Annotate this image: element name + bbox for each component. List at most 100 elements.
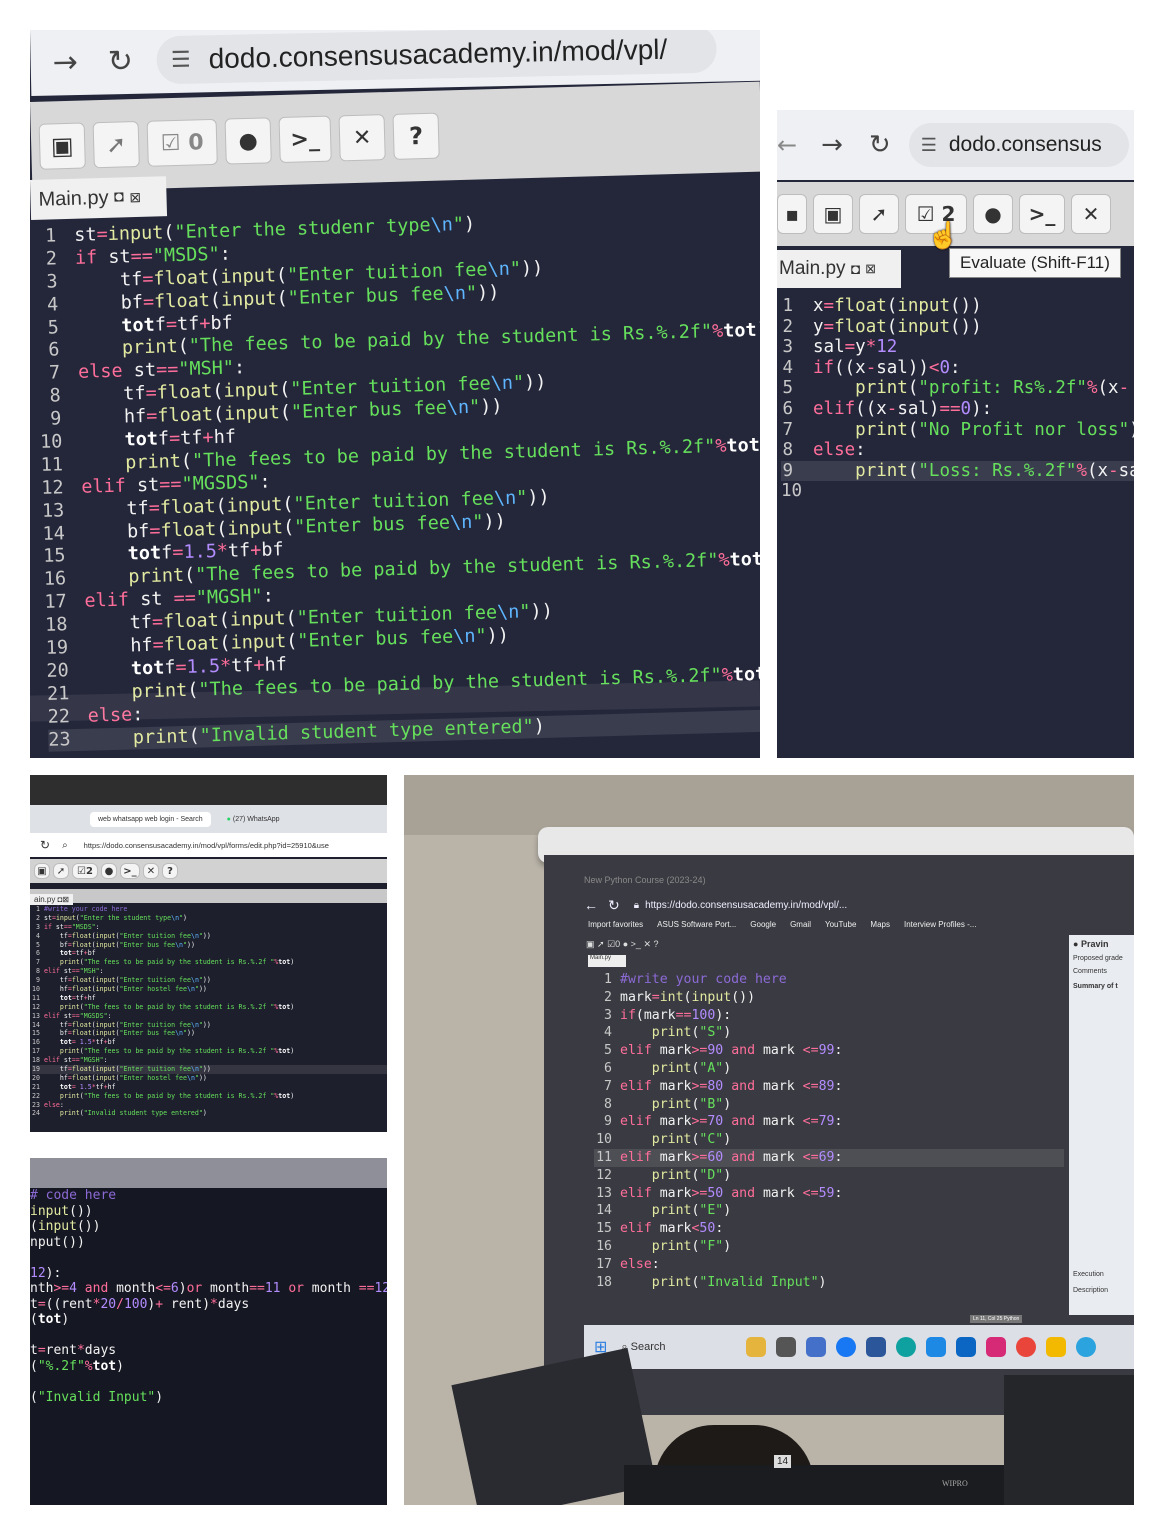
code-line[interactable]: 10 print("C") [594,1131,1064,1149]
code-line[interactable]: 2 st=input("Enter the student type\n") [32,914,387,923]
fullscreen-icon[interactable]: ✕ [143,863,159,879]
fullscreen-icon[interactable]: ✕ [1071,194,1111,234]
console-icon[interactable]: >_ [631,939,641,949]
code-line[interactable]: 18 elif st=="MGSH": [32,1056,387,1065]
code-line[interactable]: 17 else: [594,1256,1064,1274]
run-rocket-icon[interactable]: ➚ [597,939,605,950]
file-tab-main[interactable]: ain.py ◘⊠ [30,894,74,905]
code-line[interactable]: 15 elif mark<50: [594,1220,1064,1238]
help-icon[interactable]: ? [392,112,440,160]
help-icon[interactable]: ? [162,863,178,879]
code-line[interactable]: 16 tot= 1.5*tf+bf [32,1038,387,1047]
code-line[interactable]: 4 print("S") [594,1024,1064,1042]
url-field[interactable]: ☰ dodo.consensus [908,123,1129,167]
run-rocket-icon[interactable]: ➚ [859,194,899,234]
code-line[interactable]: 11 elif mark>=60 and mark <=69: [594,1148,1064,1167]
side-item-proposed-grade[interactable]: Proposed grade [1073,955,1130,962]
code-line[interactable] [30,1374,387,1390]
code-line[interactable]: 5 print("profit: Rs%.2f"%(x- [781,378,1134,399]
side-item-execution[interactable]: Execution [1073,1271,1104,1278]
code-line[interactable]: 9 print("Loss: Rs.%.2f"%(x-sa [781,460,1134,482]
code-editor[interactable]: 1 x=float(input()) 2 y=float(input()) 3 sal=y… [781,296,1134,502]
code-line[interactable]: 10 hf=float(input("Enter hostel fee\n")) [32,985,387,994]
code-line[interactable]: 7 print("The fees to be paid by the stud… [32,958,387,967]
code-line[interactable]: # code here [30,1188,387,1204]
back-icon[interactable]: ← [584,897,598,913]
code-editor[interactable]: # code here input()) (input()) nput()) 12): n… [30,1188,387,1405]
reload-icon[interactable]: ↻ [40,838,50,852]
task-view-icon[interactable] [775,1337,796,1357]
bookmark-item[interactable]: ASUS Software Port... [657,920,736,929]
code-line[interactable]: 3 sal=y*12 [781,337,1134,358]
code-line[interactable] [30,1328,387,1344]
evaluate-button[interactable]: ☑ 0 [146,118,218,167]
code-line[interactable]: 6 elif((x-sal)==0): [781,399,1134,420]
bookmark-item[interactable]: Import favorites [588,920,643,929]
file-explorer-icon[interactable] [1045,1337,1066,1357]
code-line[interactable]: 14 tf=float(input("Enter tuition fee\n")… [32,1021,387,1030]
reload-icon[interactable]: ↻ [869,130,891,160]
word-icon[interactable] [865,1337,886,1357]
code-line[interactable]: input()) [30,1204,387,1220]
console-icon[interactable]: >_ [120,863,140,879]
comment-icon[interactable]: ● [101,863,117,879]
code-editor[interactable]: 1 st=input("Enter the studenr type\n") 2 if… [34,205,760,753]
code-line[interactable]: 21 tot= 1.5*tf+hf [32,1083,387,1092]
comment-icon[interactable]: ● [224,117,272,165]
bookmark-item[interactable]: Google [750,920,776,929]
code-line[interactable]: 13 elif st=="MGSDS": [32,1012,387,1021]
code-line[interactable]: 8 print("B") [594,1096,1064,1114]
tab-search[interactable]: web whatsapp web login - Search [90,811,211,827]
tab-whatsapp[interactable]: ● (27) WhatsApp [219,812,288,827]
code-line[interactable]: 13 elif mark>=50 and mark <=59: [594,1185,1064,1203]
code-line[interactable]: 14 print("E") [594,1202,1064,1220]
code-line[interactable]: 10 [781,481,1134,502]
edge-icon[interactable] [895,1337,916,1357]
console-icon[interactable]: >_ [1019,194,1065,234]
close-tab-icon[interactable]: ⊠ [865,261,876,277]
code-line[interactable]: 9 elif mark>=70 and mark <=79: [594,1113,1064,1131]
comment-icon[interactable]: ● [623,939,628,949]
bookmark-item[interactable]: Gmail [790,920,811,929]
code-line[interactable]: 16 print("F") [594,1238,1064,1256]
code-line[interactable]: 22 print("The fees to be paid by the stu… [32,1092,387,1101]
console-icon[interactable]: >_ [278,115,332,164]
code-line[interactable]: 8 else: [781,440,1134,461]
code-line[interactable]: 12): [30,1266,387,1282]
save-icon[interactable]: ▣ [34,863,50,879]
code-line[interactable]: 7 elif mark>=80 and mark <=89: [594,1078,1064,1096]
forward-icon[interactable]: → [821,130,843,160]
code-line[interactable]: nth>=4 and month<=6)or month==11 or mont… [30,1281,387,1297]
reload-icon[interactable]: ↻ [608,897,620,914]
back-icon[interactable]: ← [777,131,797,159]
save-icon[interactable]: ▣ [813,194,853,234]
file-tab-main[interactable]: Main.py ◘ ⊠ [30,176,168,220]
facebook-icon[interactable] [835,1337,856,1357]
bookmark-item[interactable]: YouTube [825,920,856,929]
code-line[interactable]: 12 print("The fees to be paid by the stu… [32,1003,387,1012]
code-line[interactable]: 5 bf=float(input("Enter bus fee\n")) [32,941,387,950]
code-line[interactable]: 6 tot=tf+bf [32,949,387,958]
code-line[interactable]: 18 print("Invalid Input") [594,1274,1064,1292]
fullscreen-icon[interactable]: ✕ [643,939,651,950]
code-line[interactable]: t=((rent*20/100)+ rent)*days [30,1297,387,1313]
search-icon[interactable]: ⌕ [62,840,68,851]
close-tab-icon[interactable]: ⊠ [129,188,141,205]
code-line[interactable]: 1 #write your code here [594,971,1064,989]
code-line[interactable]: 5 elif mark>=90 and mark <=99: [594,1042,1064,1060]
run-rocket-icon[interactable]: ➚ [92,120,140,169]
instagram-icon[interactable] [985,1337,1006,1357]
code-line[interactable]: nput()) [30,1235,387,1251]
teams-icon[interactable] [805,1337,826,1357]
code-line[interactable] [30,1250,387,1266]
side-item-description[interactable]: Description [1073,1287,1108,1294]
code-line[interactable]: 4 tf=float(input("Enter tuition fee\n")) [32,932,387,941]
code-line[interactable]: ("%.2f"%tot) [30,1359,387,1375]
code-line[interactable]: (tot) [30,1312,387,1328]
url-field[interactable]: ☰ dodo.consensusacademy.in/mod/vpl/ [156,30,718,85]
code-line[interactable]: 12 print("D") [594,1167,1064,1185]
code-line[interactable]: ("Invalid Input") [30,1390,387,1406]
code-line[interactable]: 1 x=float(input()) [781,296,1134,317]
code-line[interactable]: 23 else: [32,1101,387,1110]
undo-icon[interactable]: ▪ [777,194,807,234]
